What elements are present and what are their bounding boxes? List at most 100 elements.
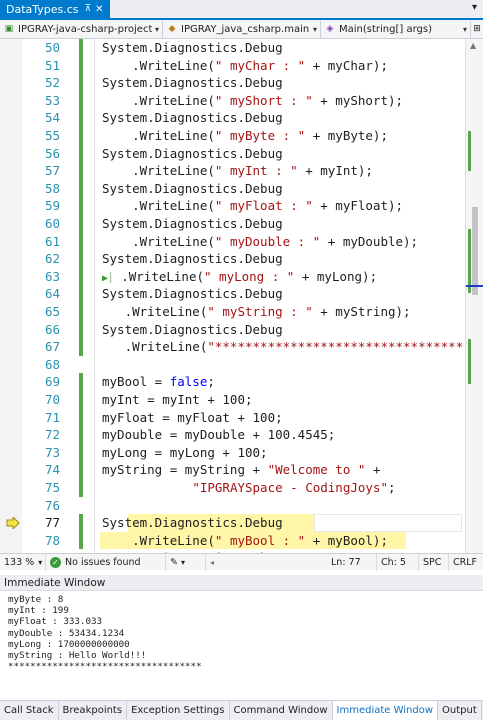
immediate-output-line: myString : Hello World!!!	[8, 650, 147, 661]
code-line[interactable]: .WriteLine(" myFloat : " + myFloat);	[102, 197, 403, 215]
code-line[interactable]: .WriteLine(" myString : " + myString);	[102, 303, 411, 321]
line-number: 56	[44, 145, 60, 161]
code-line[interactable]: .WriteLine(" myByte : " + myByte);	[102, 127, 388, 145]
immediate-window-title: Immediate Window	[0, 575, 483, 591]
code-line[interactable]: myLong = myLong + 100;	[102, 444, 268, 462]
project-dropdown[interactable]: ▣ IPGRAY-java-csharp-project ▾	[0, 21, 163, 38]
scrollbar-thumb[interactable]	[472, 207, 478, 295]
tab-exception-settings[interactable]: Exception Settings	[127, 701, 230, 720]
code-line[interactable]: myDouble = myDouble + 100.4545;	[102, 426, 335, 444]
line-number: 73	[44, 444, 60, 460]
whitespace-indicator[interactable]: SPC	[419, 553, 449, 571]
scrollbar-change-marker	[468, 131, 471, 171]
change-tracking-bar	[79, 74, 83, 92]
code-line[interactable]: .WriteLine("****************************…	[102, 338, 464, 356]
code-line[interactable]: myInt = myInt + 100;	[102, 391, 253, 409]
project-name: IPGRAY-java-csharp-project	[18, 24, 152, 35]
code-line[interactable]: .WriteLine(" myChar : " + myChar);	[102, 57, 388, 75]
immediate-output-line: myByte : 8	[8, 594, 64, 605]
code-line[interactable]: System.Diagnostics.Debug	[102, 285, 283, 303]
code-line[interactable]: "IPGRAYSpace - CodingJoys";	[102, 479, 395, 497]
tab-output[interactable]: Output	[438, 701, 482, 720]
class-dropdown[interactable]: ◆ IPGRAY_java_csharp.main.DataT ▾	[163, 21, 321, 38]
immediate-output-line: myInt : 199	[8, 605, 69, 617]
change-tracking-bar	[79, 285, 83, 303]
close-icon[interactable]: ✕	[95, 4, 103, 15]
change-tracking-bar	[79, 479, 83, 497]
code-line[interactable]: System.Diagnostics.Debug	[102, 109, 283, 127]
document-tab-datatypes[interactable]: DataTypes.cs ⊼ ✕	[0, 0, 110, 18]
line-ending-indicator[interactable]: CRLF	[449, 554, 483, 571]
change-tracking-bar	[79, 250, 83, 268]
line-number: 75	[44, 480, 60, 495]
scroll-left-icon[interactable]: ◂	[210, 558, 214, 567]
line-number: 64	[44, 286, 60, 302]
code-line[interactable]: .WriteLine(" myDouble : " + myDouble);	[102, 233, 418, 251]
line-number: 67	[44, 339, 60, 355]
code-line[interactable]: System.Diagnostics.Debug	[102, 250, 283, 268]
change-tracking-bar	[79, 127, 83, 145]
split-editor-icon[interactable]: ⊞	[471, 20, 483, 38]
change-tracking-bar	[79, 338, 83, 356]
scrollbar-caret-marker	[466, 285, 483, 287]
code-line[interactable]: myFloat = myFloat + 100;	[102, 409, 283, 427]
change-tracking-bar	[79, 91, 83, 110]
change-tracking-bar	[79, 267, 83, 286]
tab-call-stack[interactable]: Call Stack	[0, 701, 59, 720]
code-line[interactable]: myBool = false;	[102, 373, 215, 391]
change-tracking-bar	[79, 514, 83, 532]
vertical-scrollbar[interactable]: ▲	[465, 39, 483, 553]
navigation-bar: ▣ IPGRAY-java-csharp-project ▾ ◆ IPGRAY_…	[0, 20, 483, 39]
brush-icon: ✎	[170, 556, 178, 568]
zoom-level-dropdown[interactable]: 133 % ▾	[0, 553, 46, 571]
tab-list-dropdown-icon[interactable]: ▾	[472, 2, 477, 13]
line-number: 72	[44, 427, 60, 443]
change-tracking-bar	[79, 443, 83, 462]
line-number: 68	[44, 356, 60, 372]
next-statement-arrow-icon[interactable]	[6, 517, 20, 530]
status-spacer: ◂	[206, 554, 327, 571]
tab-immediate-window[interactable]: Immediate Window	[332, 701, 439, 720]
line-indicator[interactable]: Ln: 77	[327, 553, 377, 571]
code-line[interactable]: .WriteLine(" myBool : " + myBool);	[102, 532, 388, 550]
code-cleanup-button[interactable]: ✎ ▾	[166, 553, 206, 571]
document-tab-bar: DataTypes.cs ⊼ ✕ ▾	[0, 0, 483, 20]
code-line[interactable]: System.Diagnostics.Debug	[102, 514, 283, 532]
change-tracking-bar	[79, 303, 83, 321]
code-line[interactable]: .WriteLine(" myShort : " + myShort);	[102, 92, 403, 110]
tab-breakpoints[interactable]: Breakpoints	[59, 701, 128, 720]
line-number: 61	[44, 233, 60, 249]
code-line[interactable]: System.Diagnostics.Debug	[102, 74, 283, 92]
code-line[interactable]: System.Diagnostics.Debug	[102, 321, 283, 339]
issues-indicator[interactable]: ✓ No issues found	[46, 553, 166, 571]
scroll-up-icon[interactable]: ▲	[470, 41, 476, 50]
immediate-window-output[interactable]: myByte : 8 myInt : 199 myFloat : 333.033 my…	[0, 591, 483, 699]
chevron-down-icon: ▾	[312, 25, 317, 34]
tool-window-tabs: Call Stack Breakpoints Exception Settings C…	[0, 700, 483, 720]
run-to-click-icon[interactable]: ▶⏐	[102, 273, 114, 284]
code-line[interactable]: myString = myString + "Welcome to " +	[102, 461, 380, 479]
line-number: 65	[44, 304, 60, 319]
column-indicator[interactable]: Ch: 5	[377, 553, 419, 571]
change-tracking-bar	[79, 391, 83, 409]
line-number: 69	[44, 374, 60, 390]
glyph-margin[interactable]	[0, 39, 22, 553]
line-number: 74	[44, 462, 60, 478]
zoom-level: 133 %	[4, 556, 35, 568]
code-line[interactable]: System.Diagnostics.Debug	[102, 180, 283, 198]
class-name: IPGRAY_java_csharp.main.DataT	[181, 24, 310, 35]
editor-status-bar: 133 % ▾ ✓ No issues found ✎ ▾ ◂ Ln: 77 C…	[0, 553, 483, 571]
line-number: 62	[44, 251, 60, 267]
line-number: 59	[44, 198, 60, 214]
code-line[interactable]: System.Diagnostics.Debug	[102, 145, 283, 163]
tab-command-window[interactable]: Command Window	[230, 701, 333, 720]
code-line[interactable]: System.Diagnostics.Debug	[102, 39, 283, 57]
member-dropdown[interactable]: ◈ Main(string[] args) ▾	[321, 21, 471, 38]
line-number: 54	[44, 110, 60, 126]
code-line[interactable]: System.Diagnostics.Debug	[102, 215, 283, 233]
code-line[interactable]: .WriteLine(" myInt : " + myInt);	[102, 162, 373, 180]
code-editor[interactable]: 50 System.Diagnostics.Debug 51 .WriteLine(…	[0, 39, 483, 553]
line-number: 76	[44, 497, 60, 513]
pin-icon[interactable]: ⊼	[85, 4, 92, 14]
line-number: 70	[44, 392, 60, 407]
